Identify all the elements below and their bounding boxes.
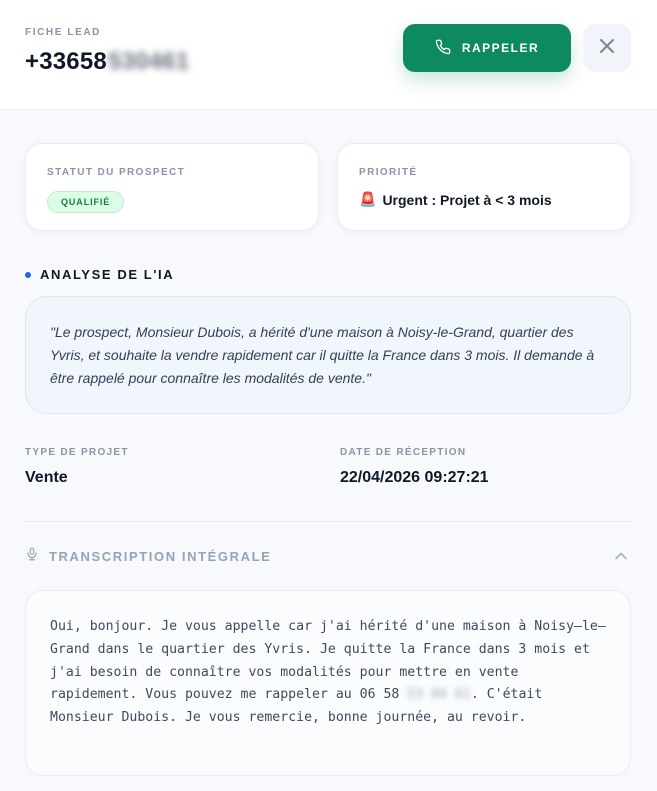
status-badge: QUALIFIÉ [47,191,125,213]
phone-icon [435,39,451,58]
siren-icon: 🚨 [359,191,377,207]
status-card: STATUT DU PROSPECT QUALIFIÉ [25,143,319,231]
transcription-masked-number: 53 04 61 [407,687,471,703]
transcription-title: TRANSCRIPTION INTÉGRALE [49,548,272,564]
priority-card-label: PRIORITÉ [359,167,418,178]
project-type-label: TYPE DE PROJET [25,447,129,458]
ai-analysis-box: "Le prospect, Monsieur Dubois, a hérité … [25,296,631,414]
blue-dot-icon [25,271,31,278]
project-type: TYPE DE PROJET Vente [25,447,129,487]
transcription-box: Oui, bonjour. Je vous appelle car j'ai h… [25,590,631,776]
close-button[interactable] [583,24,631,72]
priority-value: 🚨 Urgent : Projet à < 3 mois [359,191,552,208]
reception-date-value: 22/04/2026 09:27:21 [340,469,489,486]
microphone-icon [25,547,39,566]
ai-analysis-heading: ANALYSE DE L'IA [25,267,174,282]
transcription-text: Oui, bonjour. Je vous appelle car j'ai h… [50,616,606,730]
lead-header: FICHE LEAD +33658 530461 RAPPELER [0,0,657,110]
reception-date-label: DATE DE RÉCEPTION [340,447,467,458]
chevron-up-icon [613,548,629,569]
callback-button-label: RAPPELER [461,41,540,55]
ai-analysis-text: "Le prospect, Monsieur Dubois, a hérité … [50,324,595,386]
phone-masked-part: 530461 [107,48,190,75]
priority-text: Urgent : Projet à < 3 mois [382,191,552,208]
transcription-toggle[interactable]: TRANSCRIPTION INTÉGRALE [25,545,631,567]
phone-visible-part: +33658 [25,48,107,75]
lead-phone-number: +33658 530461 [25,48,189,76]
priority-card: PRIORITÉ 🚨 Urgent : Projet à < 3 mois [337,143,631,231]
status-card-label: STATUT DU PROSPECT [47,167,186,178]
close-icon [598,37,616,60]
callback-button[interactable]: RAPPELER [403,24,571,72]
ai-analysis-title: ANALYSE DE L'IA [40,267,175,282]
reception-date: DATE DE RÉCEPTION 22/04/2026 09:27:21 [340,447,489,487]
section-divider [25,521,631,522]
project-type-value: Vente [25,469,68,486]
header-eyebrow: FICHE LEAD [25,27,101,38]
